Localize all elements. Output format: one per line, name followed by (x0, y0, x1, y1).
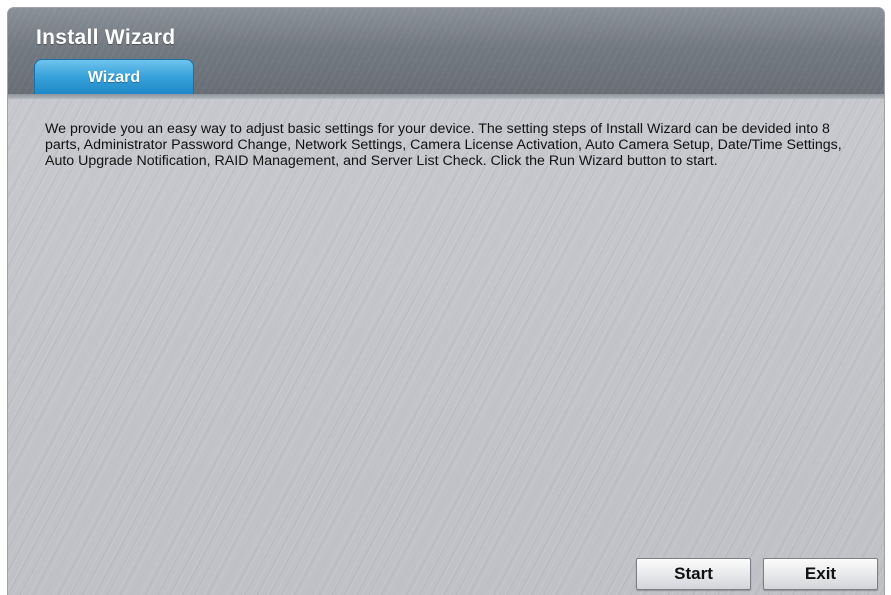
start-button[interactable]: Start (636, 558, 751, 590)
window-title: Install Wizard (36, 26, 176, 49)
exit-button[interactable]: Exit (763, 558, 878, 590)
tab-wizard[interactable]: Wizard (34, 59, 194, 95)
title-bar: Install Wizard Wizard (8, 8, 884, 95)
wizard-description: We provide you an easy way to adjust bas… (45, 121, 842, 169)
tab-divider (8, 94, 884, 99)
install-wizard-window: Install Wizard Wizard We provide you an … (8, 8, 884, 595)
